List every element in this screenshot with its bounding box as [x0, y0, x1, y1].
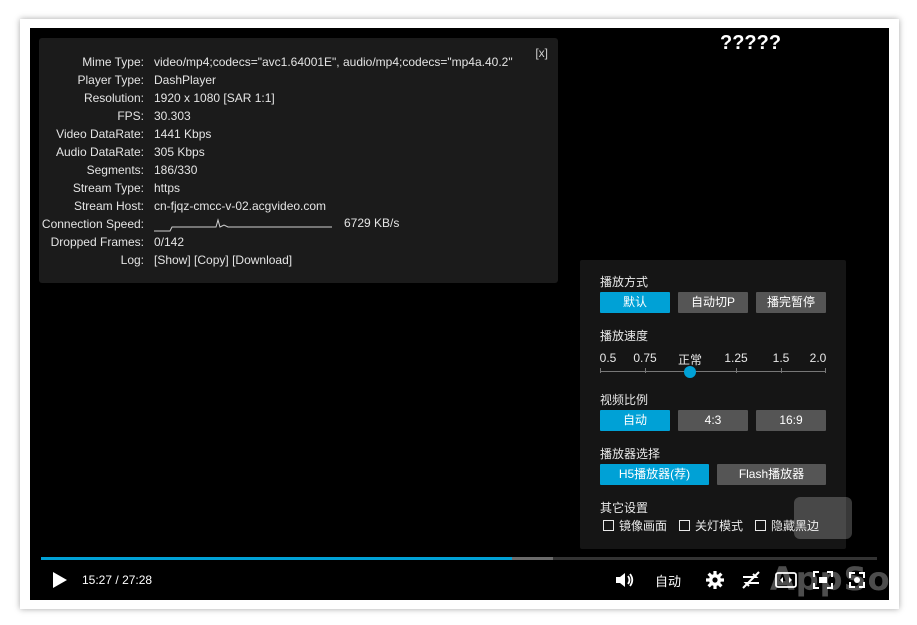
stats-panel: [x] Mime Type: video/mp4;codecs="avc1.64…	[39, 38, 558, 283]
ratio-4-3-button[interactable]: 4:3	[678, 410, 748, 431]
ratio-auto-button[interactable]: 自动	[600, 410, 670, 431]
stats-value: 0/142	[154, 235, 185, 249]
stats-label: Mime Type:	[82, 55, 144, 69]
log-copy-link[interactable]: [Copy]	[194, 253, 229, 267]
gear-icon	[706, 571, 724, 589]
danmaku-toggle-button[interactable]	[740, 570, 762, 590]
stats-value: 186/330	[154, 163, 198, 177]
player-select-title: 播放器选择	[600, 447, 661, 461]
stats-row-log: Log: [Show] [Copy] [Download]	[39, 251, 292, 269]
stats-label: Dropped Frames:	[50, 235, 144, 249]
stats-label: Stream Type:	[72, 181, 144, 195]
volume-button[interactable]	[615, 570, 635, 590]
flash-player-button[interactable]: Flash播放器	[717, 464, 826, 485]
progress-bar[interactable]	[41, 557, 877, 560]
speed-label-0-5[interactable]: 0.5	[600, 351, 617, 365]
quality-button[interactable]: 自动	[655, 570, 681, 590]
stats-row-connection-speed: Connection Speed: 6729 KB/s	[39, 215, 399, 233]
stats-row-player-type: Player Type: DashPlayer	[39, 71, 217, 89]
stats-value: 30.303	[154, 109, 191, 123]
ratio-title: 视频比例	[600, 393, 649, 407]
speed-tick	[825, 368, 826, 373]
play-mode-default-button[interactable]: 默认	[600, 292, 670, 313]
stats-label: Resolution:	[83, 91, 144, 105]
stats-row-mime: Mime Type: video/mp4;codecs="avc1.64001E…	[39, 53, 513, 71]
settings-button[interactable]	[705, 570, 725, 590]
stats-value: DashPlayer	[154, 73, 217, 87]
stats-label: Player Type:	[77, 73, 144, 87]
h5-player-button[interactable]: H5播放器(荐)	[600, 464, 709, 485]
time-display: 15:27 / 27:28	[82, 570, 152, 590]
mirror-checkbox[interactable]: 镜像画面	[603, 517, 667, 534]
checkbox-box[interactable]	[603, 520, 614, 531]
speed-label-0-75[interactable]: 0.75	[633, 351, 656, 365]
overlay-title: ?????	[720, 32, 782, 54]
speed-label-1-25[interactable]: 1.25	[724, 351, 747, 365]
play-mode-pause-after-button[interactable]: 播完暂停	[756, 292, 826, 313]
stats-row-stream-host: Stream Host: cn-fjqz-cmcc-v-02.acgvideo.…	[39, 197, 326, 215]
loop-off-icon	[742, 571, 760, 589]
ratio-16-9-button[interactable]: 16:9	[756, 410, 826, 431]
lights-off-checkbox[interactable]: 关灯模式	[679, 517, 743, 534]
log-show-link[interactable]: [Show]	[154, 253, 191, 267]
play-icon	[53, 572, 67, 588]
stats-row-stream-type: Stream Type: https	[39, 179, 180, 197]
stats-row-video-datarate: Video DataRate: 1441 Kbps	[39, 125, 211, 143]
stats-label: Stream Host:	[73, 199, 144, 213]
stats-value: 1920 x 1080 [SAR 1:1]	[154, 91, 275, 105]
speed-label-1-5[interactable]: 1.5	[773, 351, 790, 365]
stats-row-segments: Segments: 186/330	[39, 161, 198, 179]
speed-title: 播放速度	[600, 329, 649, 343]
connection-speed-value: 6729 KB/s	[344, 216, 400, 231]
time-separator: /	[115, 573, 119, 587]
stats-row-resolution: Resolution: 1920 x 1080 [SAR 1:1]	[39, 89, 275, 107]
stats-label: Connection Speed:	[41, 217, 144, 231]
volume-icon	[616, 573, 634, 587]
stats-value: 305 Kbps	[154, 145, 205, 159]
stats-value: [Show] [Copy] [Download]	[154, 253, 292, 267]
watermark-logo: AppSo	[770, 560, 889, 598]
stats-label: FPS:	[117, 109, 144, 123]
stats-value: 6729 KB/s	[154, 216, 399, 232]
stats-row-audio-datarate: Audio DataRate: 305 Kbps	[39, 143, 205, 161]
stats-value: video/mp4;codecs="avc1.64001E", audio/mp…	[154, 55, 513, 69]
checkbox-label: 镜像画面	[619, 519, 668, 533]
stats-row-fps: FPS: 30.303	[39, 107, 191, 125]
play-mode-auto-next-button[interactable]: 自动切P	[678, 292, 748, 313]
stats-value: https	[154, 181, 181, 195]
stats-label: Audio DataRate:	[55, 145, 144, 159]
stats-close-button[interactable]: [x]	[535, 46, 548, 60]
play-mode-title: 播放方式	[600, 275, 649, 289]
speed-label-2-0[interactable]: 2.0	[810, 351, 827, 365]
watermark-tv-icon	[794, 497, 852, 539]
play-button[interactable]	[52, 570, 68, 590]
checkbox-box[interactable]	[755, 520, 766, 531]
checkbox-label: 关灯模式	[695, 519, 744, 533]
speed-tick	[645, 368, 646, 373]
speed-tick	[600, 368, 601, 373]
speed-tick	[736, 368, 737, 373]
log-download-link[interactable]: [Download]	[232, 253, 292, 267]
checkbox-box[interactable]	[679, 520, 690, 531]
duration-time: 27:28	[122, 573, 153, 587]
speed-slider-track[interactable]	[600, 371, 826, 372]
speed-tick	[781, 368, 782, 373]
stats-row-dropped-frames: Dropped Frames: 0/142	[39, 233, 184, 251]
stats-label: Video DataRate:	[56, 127, 144, 141]
speed-graph-icon	[154, 218, 332, 232]
stats-label: Log:	[120, 253, 144, 267]
progress-played	[41, 557, 512, 560]
stats-value: cn-fjqz-cmcc-v-02.acgvideo.com	[154, 199, 327, 213]
video-player[interactable]: ????? [x] Mime Type: video/mp4;codecs="a…	[30, 28, 889, 600]
current-time: 15:27	[82, 573, 113, 587]
speed-slider-handle[interactable]	[684, 366, 696, 378]
stats-value: 1441 Kbps	[154, 127, 212, 141]
stats-label: Segments:	[86, 163, 144, 177]
other-settings-title: 其它设置	[600, 501, 649, 515]
